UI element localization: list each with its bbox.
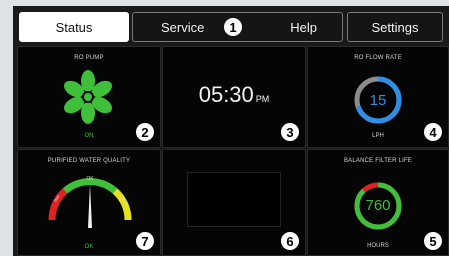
callout-marker-1: 1 xyxy=(224,18,242,36)
clock-time: 05:30 xyxy=(198,82,254,107)
ro-pump-panel: RO PUMP ON 2 xyxy=(17,46,161,148)
flow-rate-value: 15 xyxy=(369,92,387,109)
display-panel: 6 xyxy=(162,149,306,256)
callout-marker-3: 3 xyxy=(281,123,299,141)
callout-marker-5: 5 xyxy=(424,232,442,250)
ro-flow-rate-panel: RO FLOW RATE 15 LPH 4 xyxy=(307,46,449,148)
tab-help[interactable]: Help xyxy=(237,12,343,42)
callout-marker-7: 7 xyxy=(136,232,154,250)
water-quality-panel: PURIFIED WATER QUALITY OK Bad Service OK… xyxy=(17,149,161,256)
tab-service-label: Service xyxy=(161,19,205,35)
callout-marker-6: 6 xyxy=(281,232,299,250)
tab-help-label: Help xyxy=(290,19,317,35)
tab-status[interactable]: Status xyxy=(19,12,129,42)
filter-life-panel: BALANCE FILTER LIFE 760 HOURS 5 xyxy=(307,149,449,256)
tab-settings-label: Settings xyxy=(371,19,419,35)
control-screen: Status Service Help Settings 1 RO PUMP O… xyxy=(13,6,449,256)
filter-life-value: 760 xyxy=(365,197,391,214)
clock-panel: 05:30 PM 3 xyxy=(162,46,306,148)
callout-marker-4: 4 xyxy=(424,123,442,141)
gauge-needle xyxy=(88,184,92,228)
tab-status-label: Status xyxy=(55,19,93,35)
clock-display: 05:30 PM xyxy=(163,82,305,108)
tab-settings[interactable]: Settings xyxy=(347,12,443,42)
callout-marker-2: 2 xyxy=(136,123,154,141)
blank-display xyxy=(187,172,281,227)
gauge-ok-label: OK xyxy=(86,176,94,182)
clock-ampm: PM xyxy=(255,94,270,104)
